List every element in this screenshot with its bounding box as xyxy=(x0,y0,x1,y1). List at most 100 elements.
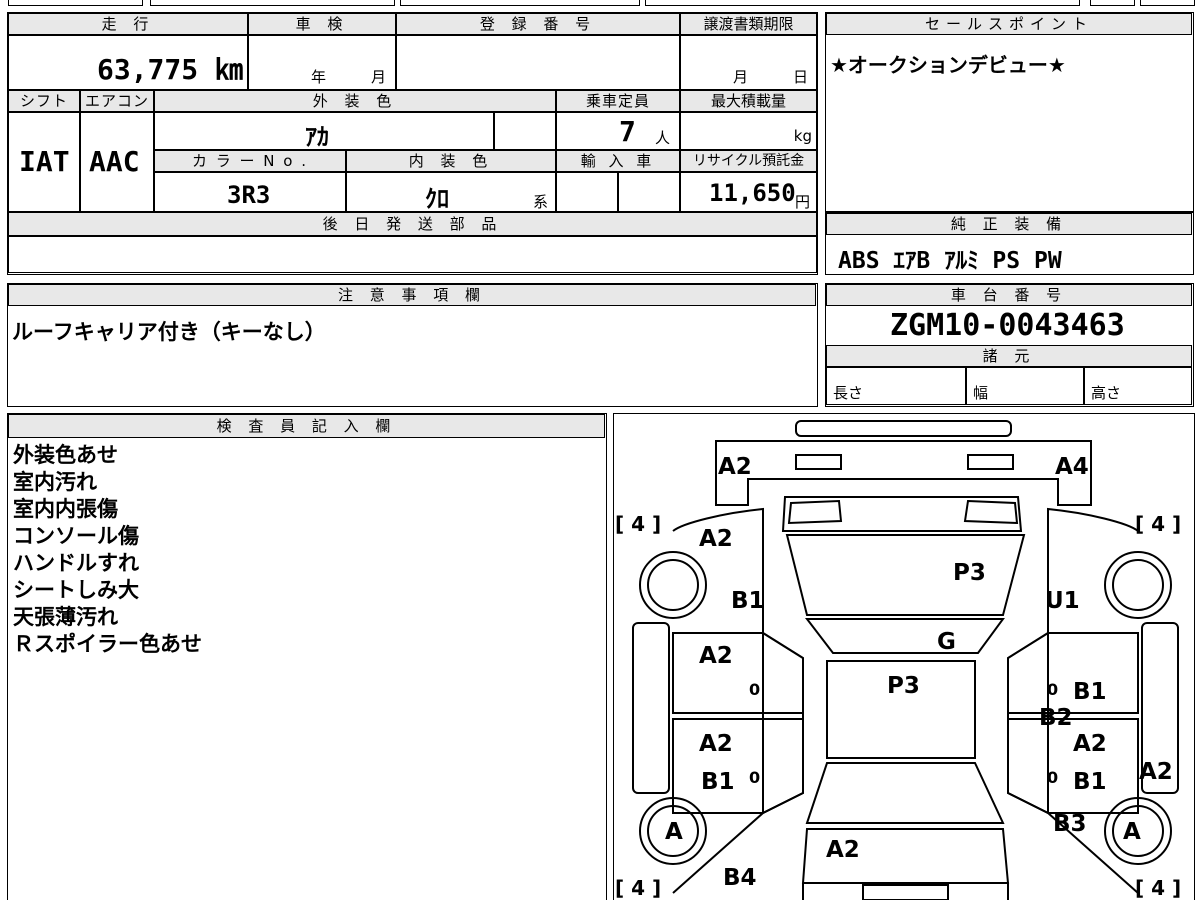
notes-text: ルーフキャリア付き（キーなし） xyxy=(12,320,326,344)
zero-mark: 0 xyxy=(1047,768,1058,787)
equipment-text: ABS ｴｱB ｱﾙﾐ PS PW xyxy=(838,248,1062,274)
color-no-header: カ ラ ー N o . xyxy=(154,150,346,172)
car-diagram: A2 A4 A2 P3 B1 U1 G A2 P3 B1 B2 A2 A2 B1… xyxy=(615,420,1181,900)
inspector-line: 室内内張傷 xyxy=(13,497,118,521)
interior-suffix: 系 xyxy=(533,193,549,211)
damage-mark: A4 xyxy=(1055,454,1089,480)
damage-mark: A2 xyxy=(1073,731,1107,757)
inspector-line: 天張薄汚れ xyxy=(13,605,118,629)
inspector-header: 検 査 員 記 入 欄 xyxy=(8,414,605,438)
inspector-line: Ｒスポイラー色あせ xyxy=(13,632,202,656)
recycle-value: 11,650 xyxy=(709,179,796,207)
tire-mark: [ 4 ] xyxy=(1135,512,1181,536)
equipment-box: 純 正 装 備 ABS ｴｱB ｱﾙﾐ PS PW xyxy=(825,212,1194,275)
chassis-value: ZGM10-0043463 xyxy=(890,308,1125,343)
shift-header: シフト xyxy=(8,90,80,112)
chassis-box: 車 台 番 号 ZGM10-0043463 諸 元 長さ 幅 高さ xyxy=(825,283,1194,407)
exterior-cell: ｱｶ xyxy=(154,112,494,151)
damage-mark: B2 xyxy=(1039,705,1073,731)
inspection-year: 年 xyxy=(311,68,327,86)
transfer-month: 月 xyxy=(733,68,749,86)
interior-value: ｸﾛ xyxy=(425,185,449,213)
exterior-header: 外 装 色 xyxy=(154,90,556,112)
dims-header: 諸 元 xyxy=(826,345,1192,367)
width-cell: 幅 xyxy=(966,367,1084,405)
damage-mark: P3 xyxy=(953,560,986,586)
inspector-box: 検 査 員 記 入 欄 外装色あせ 室内汚れ 室内内張傷 コンソール傷 ハンドル… xyxy=(7,413,607,900)
mileage-value: 63,775 ㎞ xyxy=(96,53,243,86)
sales-point-text: ★オークションデビュー★ xyxy=(830,53,1066,77)
import-header: 輸 入 車 xyxy=(556,150,680,172)
inspection-month: 月 xyxy=(371,68,387,86)
damage-mark: P3 xyxy=(887,673,920,699)
ac-cell: AAC xyxy=(80,112,154,212)
damage-mark: G xyxy=(937,629,956,655)
tire-mark: [ 4 ] xyxy=(1135,876,1181,900)
notes-header: 注 意 事 項 欄 xyxy=(8,284,816,306)
later-parts-cell xyxy=(8,236,817,273)
damage-mark: A2 xyxy=(699,643,733,669)
inspector-line: コンソール傷 xyxy=(13,524,139,548)
color-no-value: 3R3 xyxy=(227,181,271,209)
top-strip-1 xyxy=(8,0,143,6)
mileage-header: 走 行 xyxy=(8,13,248,35)
inspector-lines: 外装色あせ 室内汚れ 室内内張傷 コンソール傷 ハンドルすれ シートしみ大 天張… xyxy=(13,442,202,658)
height-label: 高さ xyxy=(1091,384,1122,402)
notes-box: 注 意 事 項 欄 ルーフキャリア付き（キーなし） xyxy=(7,283,818,407)
maxload-header: 最大積載量 xyxy=(680,90,817,112)
zero-mark: 0 xyxy=(749,680,760,699)
shift-cell: IAT xyxy=(8,112,80,212)
capacity-header: 乗車定員 xyxy=(556,90,680,112)
capacity-unit: 人 xyxy=(655,129,671,147)
sales-point-header: セールスポイント xyxy=(826,13,1192,35)
capacity-value: 7 xyxy=(619,115,636,148)
shift-value: IAT xyxy=(19,145,70,178)
damage-mark: A2 xyxy=(699,526,733,552)
damage-mark: A xyxy=(665,819,683,845)
maxload-cell: kg xyxy=(680,112,817,150)
damage-mark: A2 xyxy=(826,837,860,863)
damage-mark: B4 xyxy=(723,865,757,891)
sales-point-box: セールスポイント ★オークションデビュー★ xyxy=(825,12,1194,212)
zero-mark: 0 xyxy=(1047,680,1058,699)
registration-cell xyxy=(396,35,680,90)
mileage-cell: 63,775 ㎞ xyxy=(8,35,248,90)
inspector-line: シートしみ大 xyxy=(13,578,139,602)
top-strip-5 xyxy=(1090,0,1135,6)
exterior-extra-cell xyxy=(494,112,556,150)
top-strip-3 xyxy=(400,0,640,6)
damage-mark: B1 xyxy=(701,769,735,795)
damage-mark: B1 xyxy=(1073,769,1107,795)
transfer-cell: 月 日 xyxy=(680,35,817,90)
top-strip-6 xyxy=(1140,0,1195,6)
inspection-cell: 年 月 xyxy=(248,35,396,90)
damage-mark: A xyxy=(1123,819,1141,845)
recycle-unit: 円 xyxy=(795,193,811,211)
spec-table: 走 行 車 検 登 録 番 号 譲渡書類期限 63,775 ㎞ 年 月 月 日 … xyxy=(7,12,818,275)
damage-mark: B3 xyxy=(1053,811,1087,837)
equipment-header: 純 正 装 備 xyxy=(826,213,1192,235)
registration-header: 登 録 番 号 xyxy=(396,13,680,35)
damage-mark: A2 xyxy=(1139,759,1173,785)
transfer-day: 日 xyxy=(793,68,809,86)
ac-header: エアコン xyxy=(80,90,154,112)
exterior-value: ｱｶ xyxy=(305,123,329,151)
zero-mark: 0 xyxy=(749,768,760,787)
length-cell: 長さ xyxy=(826,367,966,405)
color-no-cell: 3R3 xyxy=(154,172,346,212)
inspector-line: 外装色あせ xyxy=(13,443,118,467)
tire-mark: [ 4 ] xyxy=(615,512,661,536)
ac-value: AAC xyxy=(89,145,140,178)
interior-header: 内 装 色 xyxy=(346,150,556,172)
damage-mark: A2 xyxy=(718,454,752,480)
top-strip-4 xyxy=(645,0,1080,6)
height-cell: 高さ xyxy=(1084,367,1192,405)
chassis-header: 車 台 番 号 xyxy=(826,284,1192,306)
damage-mark: A2 xyxy=(699,731,733,757)
later-parts-header: 後 日 発 送 部 品 xyxy=(8,212,817,236)
damage-mark: B1 xyxy=(731,588,765,614)
maxload-unit: kg xyxy=(793,127,812,145)
interior-cell: ｸﾛ 系 xyxy=(346,172,556,213)
damage-mark: B1 xyxy=(1073,679,1107,705)
recycle-header: リサイクル預託金 xyxy=(680,150,817,172)
